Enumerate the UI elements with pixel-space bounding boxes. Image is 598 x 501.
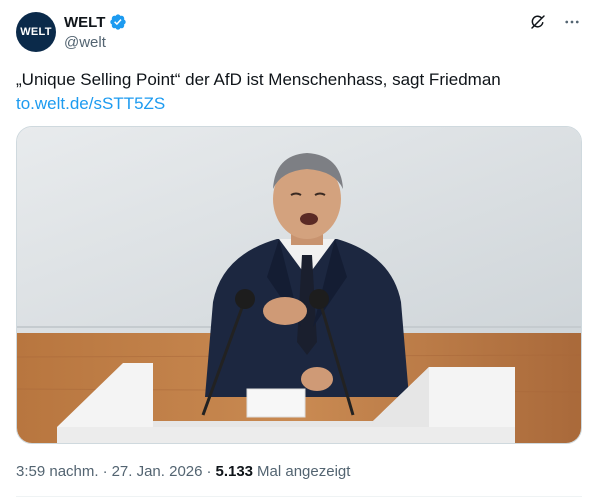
tweet-photo[interactable] (16, 126, 582, 444)
tweet-text: „Unique Selling Point“ der AfD ist Mensc… (16, 68, 582, 116)
tweet-time[interactable]: 3:59 nachm. (16, 463, 99, 480)
views-count: 5.133 (215, 463, 254, 480)
meta-separator: · (206, 463, 212, 480)
grok-icon[interactable] (528, 12, 548, 32)
views-label: Mal angezeigt (257, 463, 351, 480)
tweet-meta: 3:59 nachm. · 27. Jan. 2026 · 5.133 Mal … (16, 463, 350, 480)
tweet-link[interactable]: to.welt.de/sSTT5ZS (16, 92, 582, 116)
avatar[interactable]: WELT (16, 12, 56, 52)
meta-separator: · (102, 463, 108, 480)
divider (16, 496, 582, 497)
speaker-photo-illustration (17, 127, 581, 443)
author-name-row: WELT (64, 13, 127, 31)
verified-badge-icon (109, 13, 127, 31)
more-icon[interactable] (562, 12, 582, 32)
display-name[interactable]: WELT (64, 14, 105, 31)
tweet-body: „Unique Selling Point“ der AfD ist Mensc… (16, 70, 501, 89)
tweet-date[interactable]: 27. Jan. 2026 (112, 463, 203, 480)
top-actions (528, 12, 582, 32)
author-handle[interactable]: @welt (64, 34, 106, 51)
avatar-logo-text: WELT (20, 26, 52, 38)
